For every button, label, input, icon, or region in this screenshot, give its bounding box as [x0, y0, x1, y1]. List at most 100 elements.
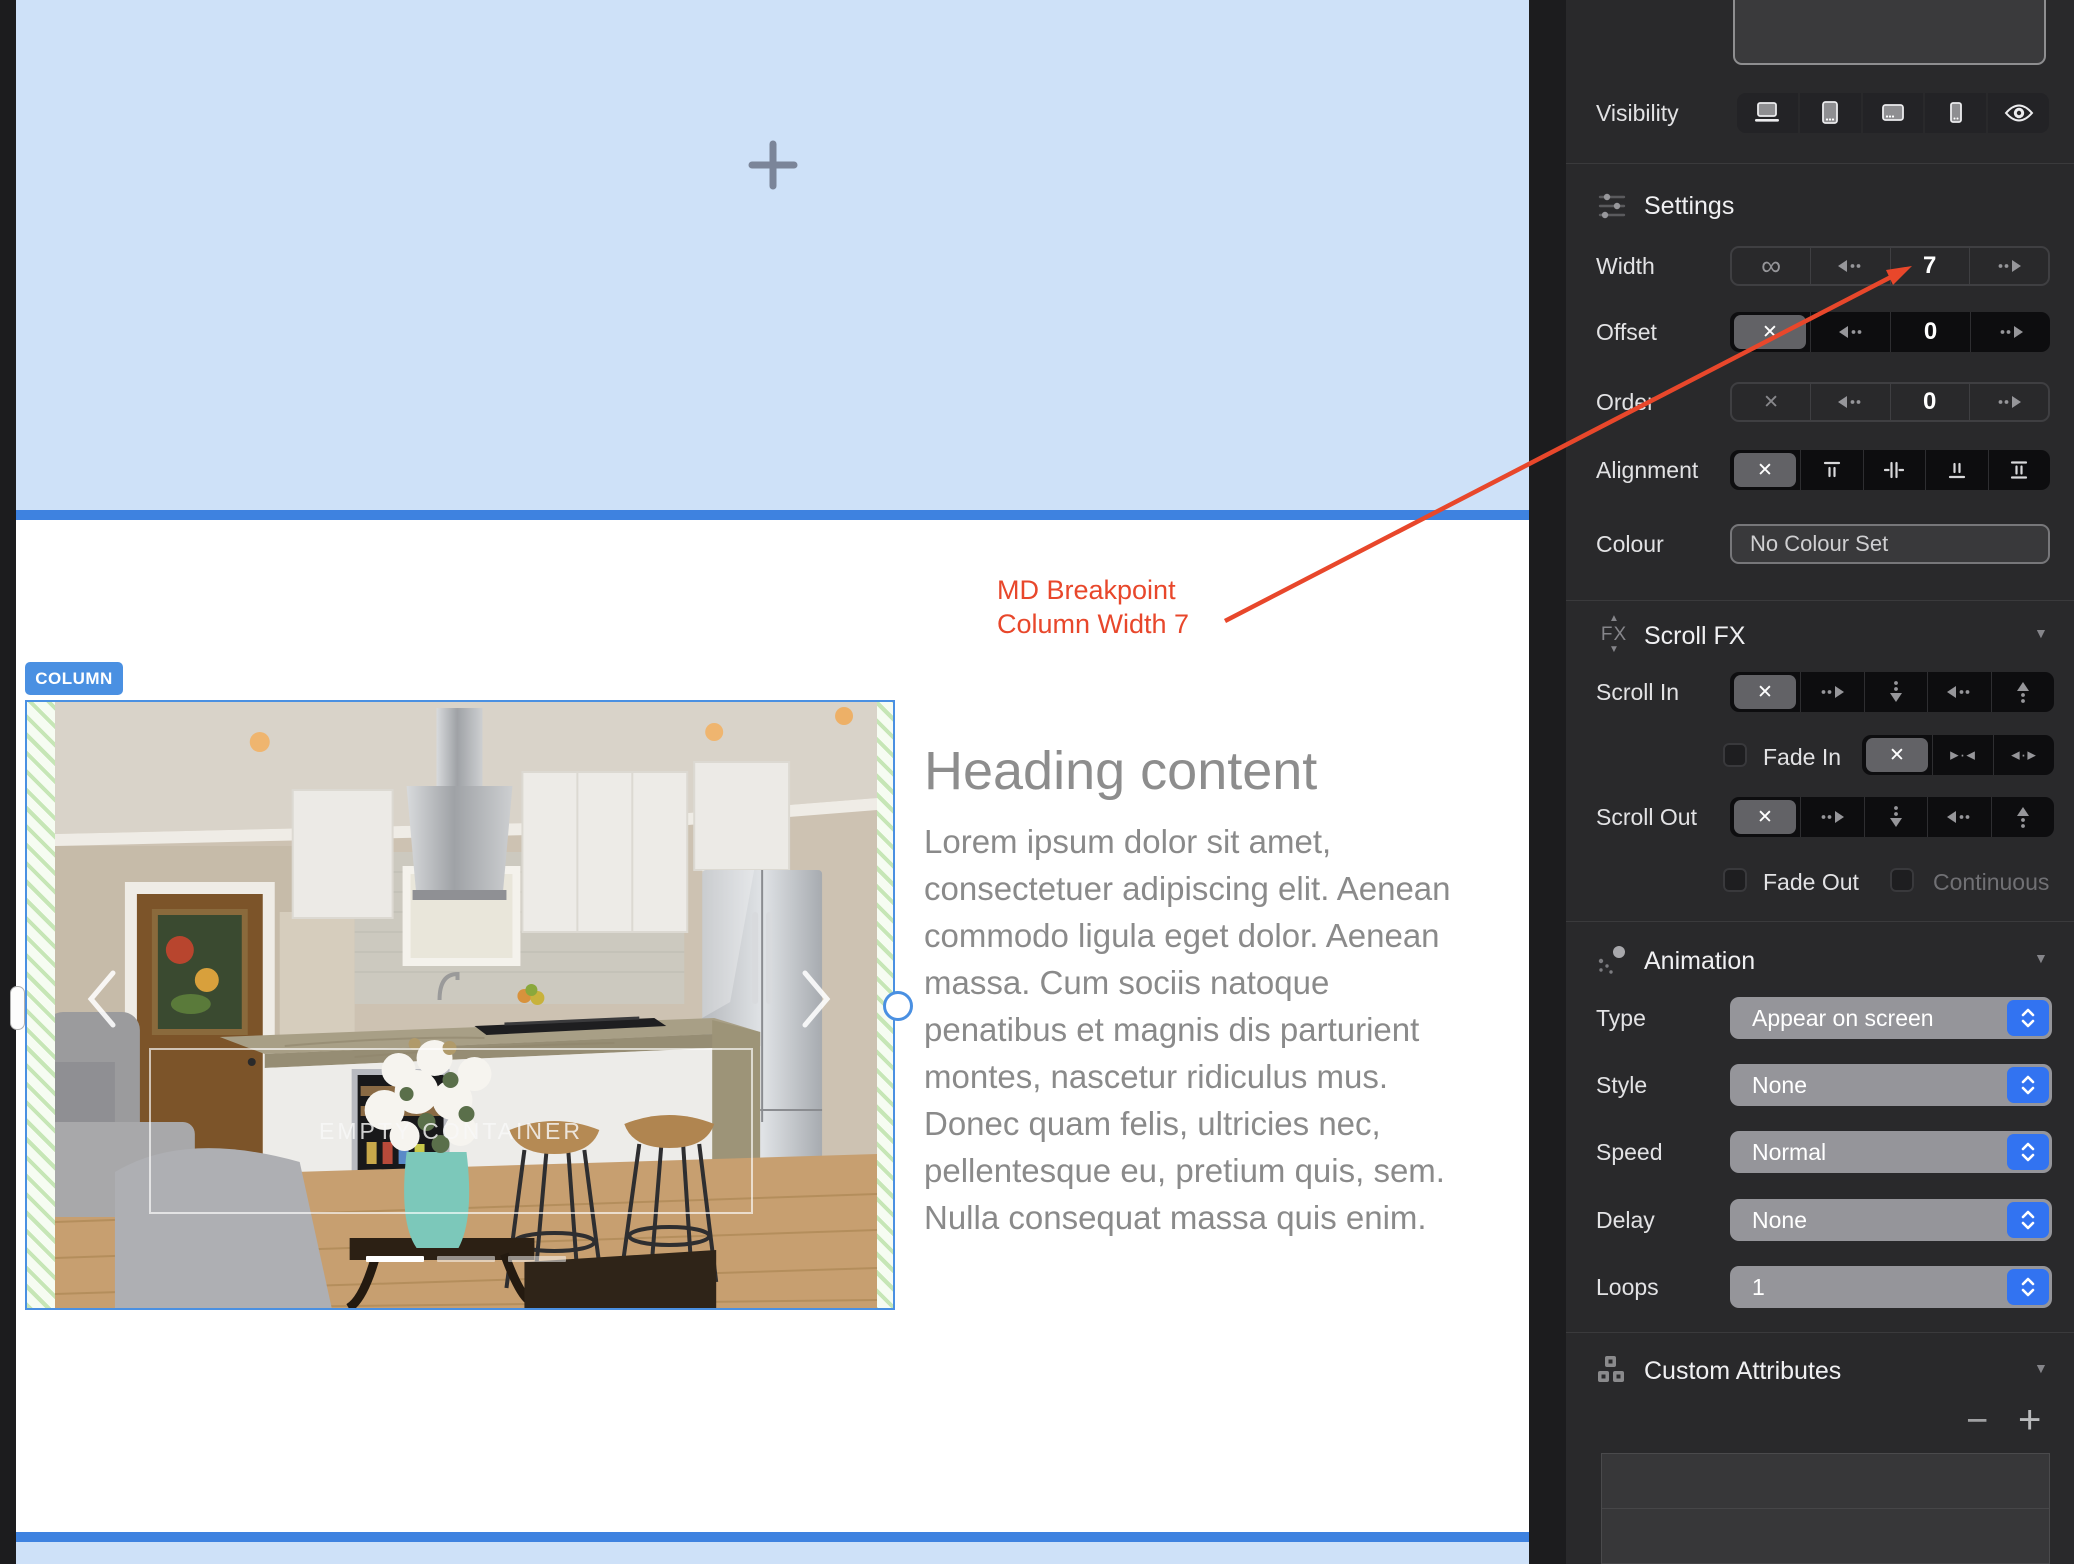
- type-dropdown[interactable]: Appear on screen: [1730, 997, 2052, 1039]
- offset-increment-button[interactable]: [1970, 312, 2050, 352]
- alignment-clear-button[interactable]: ✕: [1730, 450, 1800, 490]
- section-top[interactable]: [16, 0, 1529, 510]
- dropdown-stepper[interactable]: [2007, 1269, 2049, 1305]
- dropdown-stepper[interactable]: [2007, 1134, 2049, 1170]
- align-stretch-icon: [2009, 460, 2029, 480]
- attribute-row[interactable]: [1602, 1509, 2049, 1564]
- align-bottom-button[interactable]: [1925, 450, 1988, 490]
- order-label: Order: [1596, 389, 1655, 416]
- offset-value[interactable]: 0: [1890, 312, 1970, 352]
- align-top-icon: [1822, 460, 1842, 480]
- column-resize-handle[interactable]: [883, 991, 913, 1021]
- stepper-left-icon: [1837, 259, 1863, 273]
- scroll-out-up-button[interactable]: [1991, 797, 2055, 837]
- tablet-landscape-icon: [1878, 100, 1908, 126]
- scroll-out-down-button[interactable]: [1864, 797, 1928, 837]
- order-decrement-button[interactable]: [1810, 384, 1889, 420]
- add-attribute-button[interactable]: +: [2018, 1398, 2041, 1443]
- width-value[interactable]: 7: [1890, 248, 1969, 284]
- slide-up-icon: [2016, 680, 2030, 704]
- chevron-up-down-icon: [2019, 1209, 2037, 1231]
- scroll-out-clear-button[interactable]: ✕: [1730, 797, 1800, 837]
- continuous-label: Continuous: [1933, 869, 2049, 896]
- continuous-checkbox[interactable]: [1890, 868, 1914, 892]
- carousel-indicator-1[interactable]: [366, 1256, 424, 1262]
- loops-stepper-field[interactable]: 1: [1730, 1266, 2052, 1308]
- align-stretch-button[interactable]: [1988, 450, 2051, 490]
- annotation-line1: MD Breakpoint: [997, 573, 1189, 607]
- order-increment-button[interactable]: [1969, 384, 2048, 420]
- scroll-fx-disclosure[interactable]: ▼: [2034, 625, 2048, 641]
- slide-right-icon: [1819, 685, 1845, 699]
- stepper-right-icon: [1996, 259, 2022, 273]
- canvas-heading[interactable]: Heading content: [924, 740, 1317, 802]
- canvas-panel-divider: [1529, 0, 1566, 1564]
- fade-in-checkbox[interactable]: [1723, 743, 1747, 767]
- clear-icon: ✕: [1866, 738, 1928, 772]
- classes-field[interactable]: [1733, 0, 2046, 65]
- colour-well[interactable]: No Colour Set: [1730, 524, 2050, 564]
- custom-attributes-table[interactable]: [1601, 1453, 2050, 1564]
- scroll-in-down-button[interactable]: [1864, 672, 1928, 712]
- stepper-right-icon: [1996, 395, 2022, 409]
- scroll-out-left-button[interactable]: [1927, 797, 1991, 837]
- attribute-row[interactable]: [1602, 1454, 2049, 1509]
- link-icon: ∞: [1761, 252, 1781, 280]
- separator: [1566, 600, 2074, 601]
- scroll-in-clear-button[interactable]: ✕: [1730, 672, 1800, 712]
- fade-in-out-button[interactable]: ◂·▸: [1993, 735, 2054, 775]
- visibility-phone-button[interactable]: [1923, 93, 1986, 133]
- eye-icon: [2003, 102, 2035, 124]
- section-bottom[interactable]: [16, 1542, 1529, 1564]
- carousel-next-button[interactable]: [799, 969, 833, 1034]
- scroll-out-right-button[interactable]: [1800, 797, 1864, 837]
- carousel-indicator-3[interactable]: [508, 1256, 566, 1262]
- settings-icon: [1596, 191, 1628, 221]
- align-middle-button[interactable]: [1863, 450, 1926, 490]
- add-brick-button[interactable]: [747, 139, 799, 191]
- style-dropdown[interactable]: None: [1730, 1064, 2052, 1106]
- colour-label: Colour: [1596, 531, 1664, 558]
- empty-container-dropzone[interactable]: EMPTY CONTAINER: [149, 1048, 753, 1214]
- offset-clear-button[interactable]: ✕: [1730, 312, 1810, 352]
- speed-label: Speed: [1596, 1139, 1663, 1166]
- image-carousel[interactable]: EMPTY CONTAINER: [55, 702, 877, 1308]
- selected-column[interactable]: EMPTY CONTAINER: [25, 700, 895, 1310]
- scroll-in-right-button[interactable]: [1800, 672, 1864, 712]
- custom-attributes-disclosure[interactable]: ▼: [2034, 1360, 2048, 1376]
- fade-in-in-button[interactable]: ▸·◂: [1932, 735, 1993, 775]
- visibility-desktop-button[interactable]: [1737, 93, 1798, 133]
- chevron-up-down-icon: [2019, 1141, 2037, 1163]
- stepper-left-icon: [1838, 325, 1864, 339]
- width-decrement-button[interactable]: [1810, 248, 1889, 284]
- scroll-in-up-button[interactable]: [1991, 672, 2055, 712]
- visibility-preview-button[interactable]: [1986, 93, 2049, 133]
- width-link-button[interactable]: ∞: [1732, 248, 1810, 284]
- animation-disclosure[interactable]: ▼: [2034, 950, 2048, 966]
- remove-attribute-button[interactable]: −: [1966, 1400, 1988, 1443]
- delay-dropdown[interactable]: None: [1730, 1199, 2052, 1241]
- visibility-tablet-landscape-button[interactable]: [1861, 93, 1924, 133]
- order-value[interactable]: 0: [1890, 384, 1969, 420]
- width-increment-button[interactable]: [1969, 248, 2048, 284]
- align-top-button[interactable]: [1800, 450, 1863, 490]
- offset-decrement-button[interactable]: [1810, 312, 1890, 352]
- colour-value: No Colour Set: [1750, 531, 1888, 557]
- visibility-tablet-portrait-button[interactable]: [1798, 93, 1861, 133]
- fade-in-clear-button[interactable]: ✕: [1862, 735, 1932, 775]
- carousel-indicator-2[interactable]: [437, 1256, 495, 1262]
- width-label: Width: [1596, 253, 1655, 280]
- dropdown-stepper[interactable]: [2007, 1202, 2049, 1238]
- column-badge[interactable]: COLUMN: [25, 662, 123, 695]
- scroll-in-left-button[interactable]: [1927, 672, 1991, 712]
- carousel-prev-button[interactable]: [85, 969, 119, 1034]
- row-edge-handle[interactable]: [10, 986, 25, 1030]
- order-clear-button[interactable]: ✕: [1732, 384, 1810, 420]
- fade-out-checkbox[interactable]: [1723, 868, 1747, 892]
- canvas-paragraph[interactable]: Lorem ipsum dolor sit amet, consectetuer…: [924, 818, 1464, 1241]
- dropdown-stepper[interactable]: [2007, 1000, 2049, 1036]
- section-divider-top: [16, 510, 1529, 520]
- speed-dropdown[interactable]: Normal: [1730, 1131, 2052, 1173]
- dropdown-stepper[interactable]: [2007, 1067, 2049, 1103]
- loops-label: Loops: [1596, 1274, 1659, 1301]
